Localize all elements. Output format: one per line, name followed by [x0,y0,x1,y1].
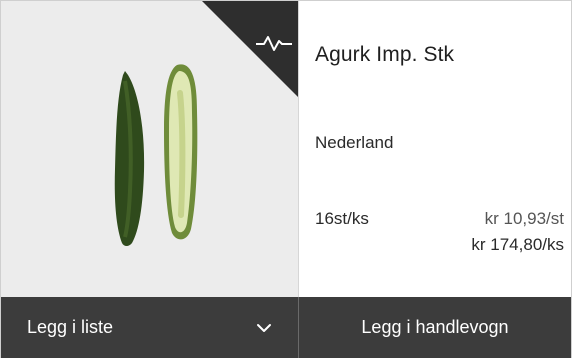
product-name[interactable]: Agurk Imp. Stk [315,43,454,67]
add-to-list-label: Legg i liste [27,317,114,337]
product-card: Agurk Imp. Stk Nederland 16st/ks kr 10,9… [0,0,572,358]
add-to-list-button[interactable]: Legg i liste [1,297,298,358]
pack-price: kr 174,80/ks [471,235,564,254]
pack-size: 16st/ks [315,209,369,228]
add-to-cart-button[interactable]: Legg i handlevogn [299,297,571,358]
product-info: Agurk Imp. Stk Nederland 16st/ks kr 10,9… [299,1,572,297]
product-origin: Nederland [315,133,394,152]
action-bar: Legg i liste Legg i handlevogn [1,297,571,359]
add-to-cart-label: Legg i handlevogn [361,317,509,337]
pulse-icon [256,36,292,51]
unit-price: kr 10,93/st [484,209,564,228]
chevron-down-icon[interactable] [256,320,272,336]
product-image[interactable] [1,1,298,297]
